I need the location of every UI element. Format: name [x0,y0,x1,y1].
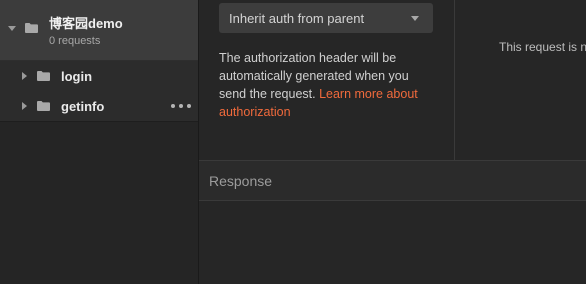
folder-label: login [61,69,93,84]
response-header: Response [199,160,586,201]
auth-help-text: The authorization header will be automat… [219,49,437,121]
folder-icon [37,71,50,81]
folder-icon [25,23,38,33]
caret-right-icon[interactable] [22,72,27,80]
folder-label: getinfo [61,99,105,114]
folder-icon [37,101,50,111]
chevron-down-icon [411,16,419,21]
authorization-panel: Inherit auth from parent The authorizati… [199,0,455,160]
response-label: Response [209,173,273,189]
more-options-icon[interactable] [171,104,191,110]
app-window: 博客园demo 0 requests login getinfo Inherit… [0,0,586,284]
collection-request-count: 0 requests [49,35,101,47]
request-notice-panel: This request is n [455,0,586,160]
collection-title: 博客园demo [49,16,123,31]
caret-right-icon[interactable] [22,102,27,110]
auth-type-select[interactable]: Inherit auth from parent [219,3,433,33]
caret-down-icon[interactable] [8,26,16,31]
folder-item-getinfo[interactable]: getinfo [0,91,198,122]
response-body [199,201,586,284]
collection-header[interactable]: 博客园demo 0 requests [0,0,198,61]
sidebar: 博客园demo 0 requests login getinfo [0,0,199,284]
auth-type-value: Inherit auth from parent [229,11,365,26]
folder-item-login[interactable]: login [0,61,198,91]
request-notice: This request is n [499,40,586,54]
